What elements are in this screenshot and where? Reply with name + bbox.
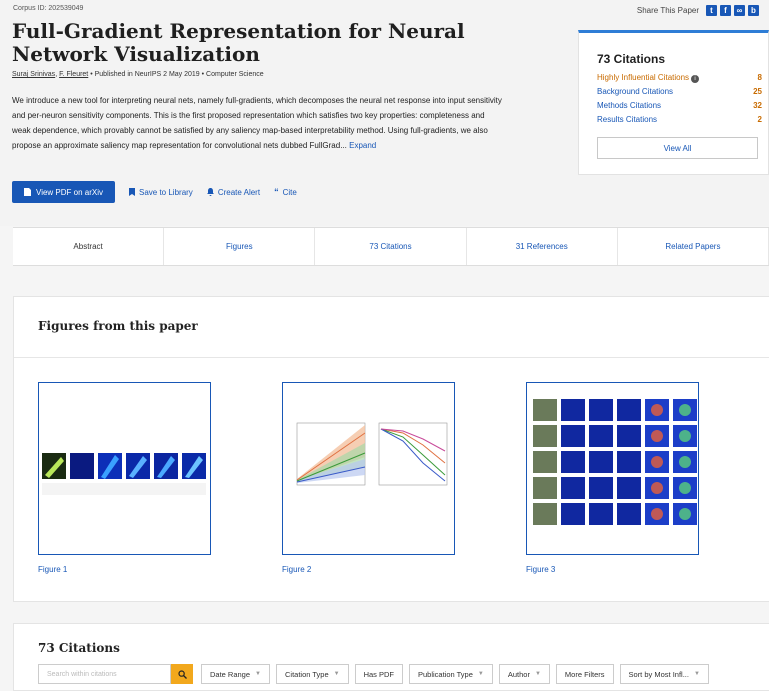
bell-icon bbox=[206, 188, 214, 196]
corpus-id: Corpus ID: 202539049 bbox=[13, 5, 84, 12]
cite-button[interactable]: “ Cite bbox=[274, 187, 297, 197]
citations-section: 73 Citations Search within citations Dat… bbox=[13, 623, 769, 691]
citation-type-filter[interactable]: Citation Type ▼ bbox=[275, 664, 349, 684]
sort-select[interactable]: Sort by Most Infl... ▼ bbox=[619, 664, 709, 684]
citations-count: 73 Citations bbox=[597, 52, 666, 66]
create-alert-label: Create Alert bbox=[217, 187, 261, 197]
figures-section: Figures from this paper Figure 1 Figure … bbox=[13, 296, 769, 602]
author-link[interactable]: Suraj Srinivas bbox=[12, 71, 55, 78]
save-to-library-label: Save to Library bbox=[139, 187, 193, 197]
citations-search-input[interactable]: Search within citations bbox=[38, 664, 171, 684]
expand-link[interactable]: Expand bbox=[349, 141, 376, 150]
tab-figures[interactable]: Figures bbox=[164, 228, 316, 265]
paper-header: Corpus ID: 202539049 Share This Paper t … bbox=[0, 0, 769, 226]
figure-2-image bbox=[296, 422, 448, 486]
publication-info: Published in NeurIPS 2 May 2019 bbox=[94, 71, 200, 78]
chevron-down-icon: ▼ bbox=[255, 671, 261, 677]
filter-label: Publication Type bbox=[418, 669, 473, 679]
citation-row-background[interactable]: Background Citations 25 bbox=[597, 87, 762, 96]
publication-type-filter[interactable]: Publication Type ▼ bbox=[409, 664, 493, 684]
field-of-study: Computer Science bbox=[206, 71, 264, 78]
pdf-icon bbox=[24, 188, 31, 196]
tab-abstract[interactable]: Abstract bbox=[13, 228, 165, 265]
filter-label: Date Range bbox=[210, 669, 251, 679]
paper-meta: Suraj Srinivas, F. Fleuret • Published i… bbox=[12, 71, 264, 78]
abstract-body: We introduce a new tool for interpreting… bbox=[12, 96, 502, 150]
citation-row-value: 32 bbox=[753, 101, 762, 110]
date-range-filter[interactable]: Date Range ▼ bbox=[201, 664, 270, 684]
figure-thumbnail-2[interactable] bbox=[282, 382, 455, 555]
figure-caption[interactable]: Figure 1 bbox=[38, 565, 67, 574]
search-button[interactable] bbox=[171, 664, 193, 684]
chevron-down-icon: ▼ bbox=[333, 671, 340, 677]
chevron-down-icon: ▼ bbox=[477, 671, 484, 677]
author-link[interactable]: F. Fleuret bbox=[59, 71, 88, 78]
create-alert-button[interactable]: Create Alert bbox=[206, 187, 261, 197]
section-divider bbox=[14, 357, 769, 358]
citation-row-value: 25 bbox=[753, 87, 762, 96]
tab-references[interactable]: 31 References bbox=[467, 228, 618, 265]
paper-title: Full-Gradient Representation for Neural … bbox=[12, 19, 465, 66]
figures-heading: Figures from this paper bbox=[38, 319, 198, 333]
figure-caption[interactable]: Figure 2 bbox=[282, 565, 311, 574]
citation-row-label: Results Citations bbox=[597, 115, 658, 124]
citations-summary-box: 73 Citations Highly Influential Citation… bbox=[578, 30, 769, 175]
more-filters-button[interactable]: More Filters bbox=[555, 664, 614, 684]
filter-label: Has PDF bbox=[363, 669, 394, 679]
citations-heading: 73 Citations bbox=[38, 641, 120, 655]
filter-label: Citation Type bbox=[284, 669, 329, 679]
citation-row-label: Highly Influential Citations bbox=[597, 73, 690, 82]
filter-label: Sort by Most Infl... bbox=[628, 669, 689, 679]
figure-caption[interactable]: Figure 3 bbox=[526, 565, 555, 574]
tab-related-papers[interactable]: Related Papers bbox=[618, 228, 769, 265]
paper-tabs: Abstract Figures 73 Citations 31 Referen… bbox=[13, 227, 769, 266]
figure-1-image bbox=[42, 453, 206, 495]
save-to-library-button[interactable]: Save to Library bbox=[129, 188, 193, 197]
chevron-down-icon: ▼ bbox=[534, 671, 541, 677]
filter-label: More Filters bbox=[564, 669, 605, 679]
view-pdf-label: View PDF on arXiv bbox=[36, 187, 103, 197]
citation-row-value: 2 bbox=[757, 115, 762, 124]
quote-icon: “ bbox=[274, 187, 279, 197]
filter-bar: Date Range ▼ Citation Type ▼ Has PDF Publi… bbox=[201, 664, 709, 684]
figure-3-image bbox=[533, 399, 697, 525]
bibtex-icon[interactable]: b bbox=[748, 5, 759, 16]
citation-row-label: Background Citations bbox=[597, 87, 674, 96]
citation-row-value: 8 bbox=[757, 73, 762, 82]
citation-row-methods[interactable]: Methods Citations 32 bbox=[597, 101, 762, 110]
info-icon[interactable]: i bbox=[691, 75, 700, 83]
tab-citations[interactable]: 73 Citations bbox=[315, 228, 467, 265]
action-bar: View PDF on arXiv Save to Library Create… bbox=[12, 181, 297, 203]
citation-row-results[interactable]: Results Citations 2 bbox=[597, 115, 762, 124]
abstract-text: We introduce a new tool for interpreting… bbox=[12, 93, 502, 153]
cite-label: Cite bbox=[282, 187, 297, 197]
share-bar: Share This Paper t f ∞ b bbox=[637, 5, 759, 16]
chevron-down-icon: ▼ bbox=[693, 671, 700, 677]
share-label: Share This Paper bbox=[636, 6, 699, 15]
citation-row-label: Methods Citations bbox=[597, 101, 662, 110]
figure-thumbnail-3[interactable] bbox=[526, 382, 699, 555]
has-pdf-filter[interactable]: Has PDF bbox=[354, 664, 403, 684]
view-all-button[interactable]: View All bbox=[597, 137, 758, 159]
citation-row-highly-influential[interactable]: Highly Influential Citations i 8 bbox=[597, 73, 762, 83]
author-filter[interactable]: Author ▼ bbox=[498, 664, 550, 684]
filter-label: Author bbox=[507, 669, 530, 679]
facebook-icon[interactable]: f bbox=[720, 5, 731, 16]
bookmark-icon bbox=[129, 188, 135, 196]
link-icon[interactable]: ∞ bbox=[734, 5, 745, 16]
view-pdf-button[interactable]: View PDF on arXiv bbox=[12, 181, 115, 203]
twitter-icon[interactable]: t bbox=[706, 5, 717, 16]
search-icon bbox=[177, 669, 187, 679]
figure-thumbnail-1[interactable] bbox=[38, 382, 211, 555]
